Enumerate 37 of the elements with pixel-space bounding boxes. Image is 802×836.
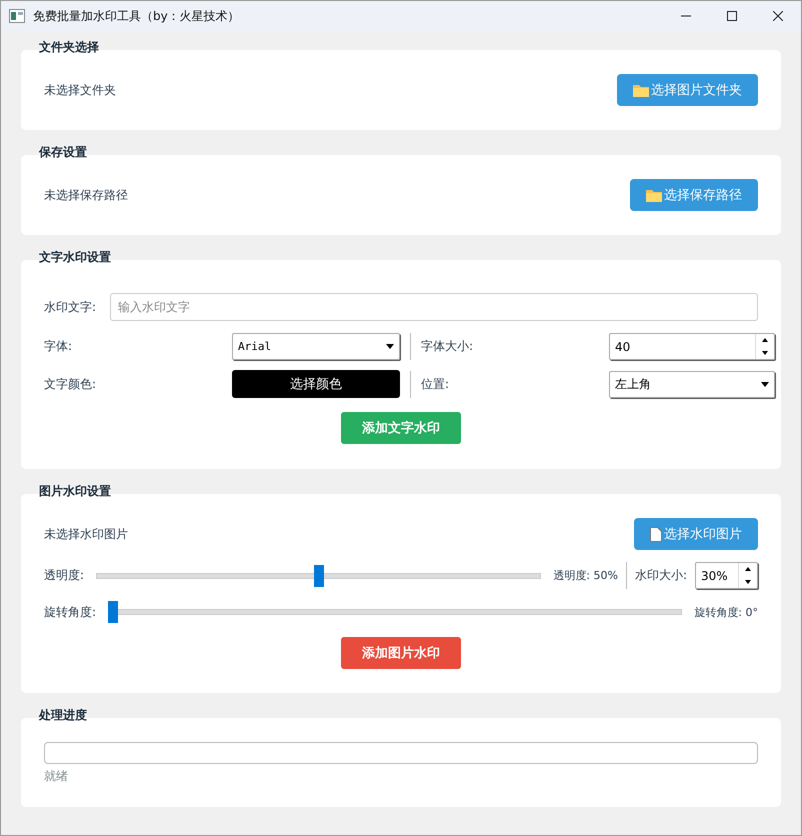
folder-status: 未选择文件夹 [44,82,116,98]
slider-handle[interactable] [314,564,324,586]
watermark-text-field[interactable]: 输入水印文字 [110,293,758,321]
window-title: 免费批量加水印工具（by：火星技术） [33,8,240,24]
text-color-label: 文字颜色: [44,376,98,392]
close-icon[interactable] [773,11,783,21]
maximize-icon[interactable] [727,11,737,21]
add-image-watermark-button[interactable]: 添加图片水印 [341,637,461,669]
position-dropdown[interactable]: 左上角 [609,370,775,398]
folder-icon [633,84,649,96]
opacity-reading: 透明度: 50% [553,568,618,583]
font-size-spinbox[interactable]: 40 [609,333,775,360]
font-size-label: 字体大小: [421,338,474,355]
opacity-slider[interactable] [96,564,542,586]
rotation-slider[interactable] [108,601,682,623]
section-title: 文件夹选择 [39,39,99,54]
section-title: 处理进度 [39,707,87,722]
font-label: 字体: [44,338,74,355]
slider-handle[interactable] [108,601,118,623]
document-icon [650,526,662,542]
rotation-label: 旋转角度: [44,604,96,620]
rotation-reading: 旋转角度: 0° [694,604,758,620]
section-title: 保存设置 [39,144,87,159]
section-title: 图片水印设置 [39,483,111,498]
section-title: 文字水印设置 [39,249,111,264]
watermark-size-label: 水印大小: [634,567,687,584]
watermark-image-status: 未选择水印图片 [44,526,128,542]
folder-icon [646,188,662,202]
watermark-text-label: 水印文字: [44,298,98,316]
app-icon [9,9,25,23]
position-label: 位置: [421,376,450,392]
watermark-size-spinbox[interactable]: 30% [695,562,758,589]
choose-color-button[interactable]: 选择颜色 [232,370,400,398]
font-dropdown[interactable]: Arial [232,333,400,360]
opacity-label: 透明度: [44,567,84,584]
save-path-status: 未选择保存路径 [44,186,128,204]
progress-status: 就绪 [44,768,69,785]
